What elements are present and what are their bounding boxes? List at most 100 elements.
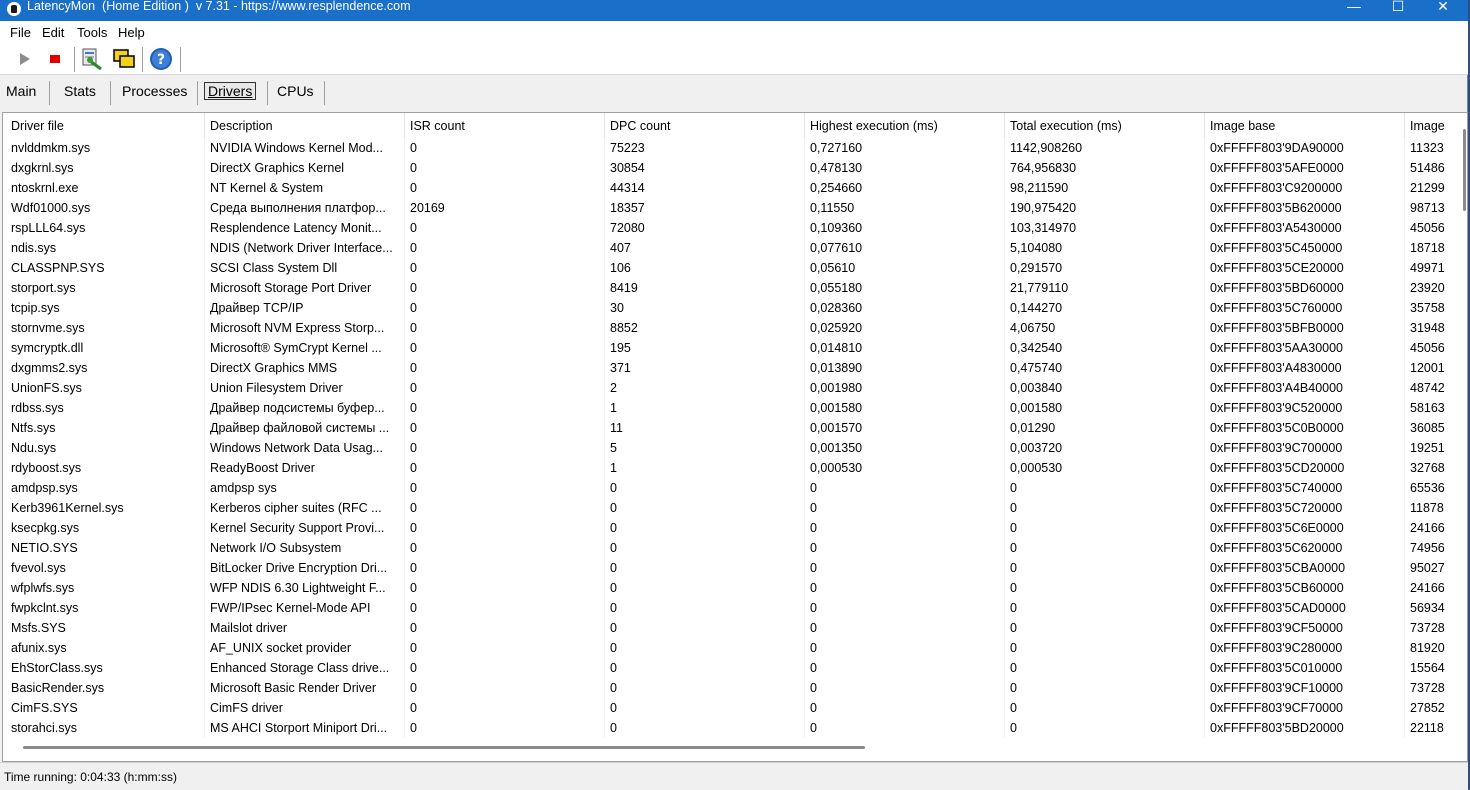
isr-count-cell: 0	[410, 601, 417, 615]
table-row[interactable]: Ndu.sys Windows Network Data Usag... 0 5 0,0…	[3, 438, 1467, 458]
menu-tools[interactable]: Tools	[77, 25, 107, 40]
isr-count-cell: 0	[410, 161, 417, 175]
tab-main[interactable]: Main	[6, 83, 36, 99]
drivers-table[interactable]: Driver file Description ISR count DPC co…	[2, 112, 1468, 762]
col-image-base[interactable]: Image base	[1210, 119, 1275, 133]
menu-help[interactable]: Help	[118, 25, 145, 40]
table-row[interactable]: EhStorClass.sys Enhanced Storage Class dr…	[3, 658, 1467, 678]
col-highest-execution[interactable]: Highest execution (ms)	[810, 119, 938, 133]
svg-text:?: ?	[157, 52, 165, 68]
dpc-count-cell: 0	[610, 621, 617, 635]
horizontal-scrollbar[interactable]	[23, 746, 865, 749]
image-base-cell: 0xFFFFF803'5C6E0000	[1210, 521, 1344, 535]
help-button[interactable]: ?	[149, 47, 173, 71]
table-row[interactable]: ksecpkg.sys Kernel Security Support Provi…	[3, 518, 1467, 538]
menu-edit[interactable]: Edit	[42, 25, 64, 40]
driver-file-cell: stornvme.sys	[11, 321, 85, 335]
table-row[interactable]: wfplwfs.sys WFP NDIS 6.30 Lightweight F..…	[3, 578, 1467, 598]
image-size-cell: 74956	[1410, 541, 1445, 555]
tab-drivers[interactable]: Drivers	[204, 82, 257, 100]
table-row[interactable]: rspLLL64.sys Resplendence Latency Monit..…	[3, 218, 1467, 238]
image-base-cell: 0xFFFFF803'A5430000	[1210, 221, 1342, 235]
table-row[interactable]: symcryptk.dll Microsoft® SymCrypt Kernel …	[3, 338, 1467, 358]
windows-button[interactable]	[112, 47, 136, 71]
tab-processes[interactable]: Processes	[122, 83, 187, 99]
highest-execution-cell: 0	[810, 581, 817, 595]
table-row[interactable]: UnionFS.sys Union Filesystem Driver 0 2 0,00…	[3, 378, 1467, 398]
table-row[interactable]: Ntfs.sys Драйвер файловой системы ... 0 11 0…	[3, 418, 1467, 438]
description-cell: amdpsp sys	[210, 481, 277, 495]
menu-file[interactable]: File	[10, 25, 31, 40]
driver-file-cell: Wdf01000.sys	[11, 201, 91, 215]
driver-file-cell: fwpkclnt.sys	[11, 601, 79, 615]
image-base-cell: 0xFFFFF803'9CF70000	[1210, 701, 1343, 715]
driver-lookup-button[interactable]	[80, 47, 104, 71]
description-cell: Union Filesystem Driver	[210, 381, 343, 395]
table-row[interactable]: nvlddmkm.sys NVIDIA Windows Kernel Mod...…	[3, 138, 1467, 158]
table-row[interactable]: rdyboost.sys ReadyBoost Driver 0 1 0,000530 0…	[3, 458, 1467, 478]
col-isr-count[interactable]: ISR count	[410, 119, 465, 133]
isr-count-cell: 0	[410, 581, 417, 595]
vertical-scrollbar[interactable]	[1463, 129, 1466, 211]
table-row[interactable]: ndis.sys NDIS (Network Driver Interface..…	[3, 238, 1467, 258]
table-row[interactable]: Wdf01000.sys Среда выполнения платфор... 2…	[3, 198, 1467, 218]
minimize-button[interactable]: —	[1331, 0, 1377, 14]
image-size-cell: 32768	[1410, 461, 1445, 475]
table-row[interactable]: storport.sys Microsoft Storage Port Drive…	[3, 278, 1467, 298]
col-dpc-count[interactable]: DPC count	[610, 119, 670, 133]
dpc-count-cell: 0	[610, 581, 617, 595]
image-size-cell: 21299	[1410, 181, 1445, 195]
image-base-cell: 0xFFFFF803'5C0B0000	[1210, 421, 1344, 435]
driver-file-cell: ntoskrnl.exe	[11, 181, 79, 195]
table-row[interactable]: amdpsp.sys amdpsp sys 0 0 0 0 0xFFFFF803'5C740…	[3, 478, 1467, 498]
isr-count-cell: 0	[410, 141, 417, 155]
dpc-count-cell: 11	[610, 421, 623, 435]
table-row[interactable]: afunix.sys AF_UNIX socket provider 0 0 0 0 0xF…	[3, 638, 1467, 658]
table-row[interactable]: fvevol.sys BitLocker Drive Encryption Dri…	[3, 558, 1467, 578]
table-row[interactable]: fwpkclnt.sys FWP/IPsec Kernel-Mode API 0 0 0…	[3, 598, 1467, 618]
dpc-count-cell: 0	[610, 601, 617, 615]
dpc-count-cell: 0	[610, 561, 617, 575]
table-row[interactable]: CLASSPNP.SYS SCSI Class System Dll 0 106 0,0…	[3, 258, 1467, 278]
table-row[interactable]: Msfs.SYS Mailslot driver 0 0 0 0 0xFFFFF803'9C…	[3, 618, 1467, 638]
dpc-count-cell: 8419	[610, 281, 638, 295]
image-size-cell: 95027	[1410, 561, 1445, 575]
stop-button[interactable]	[43, 47, 67, 71]
table-row[interactable]: dxgkrnl.sys DirectX Graphics Kernel 0 30854…	[3, 158, 1467, 178]
image-size-cell: 58163	[1410, 401, 1445, 415]
dpc-count-cell: 0	[610, 721, 617, 735]
description-cell: CimFS driver	[210, 701, 283, 715]
table-row[interactable]: NETIO.SYS Network I/O Subsystem 0 0 0 0 0xFFFF…	[3, 538, 1467, 558]
title-bar[interactable]: LatencyMon (Home Edition ) v 7.31 - http…	[0, 0, 1468, 21]
table-row[interactable]: tcpip.sys Драйвер TCP/IP 0 30 0,028360 0,1442…	[3, 298, 1467, 318]
table-row[interactable]: BasicRender.sys Microsoft Basic Render Dr…	[3, 678, 1467, 698]
col-description[interactable]: Description	[210, 119, 273, 133]
description-cell: Kernel Security Support Provi...	[210, 521, 385, 535]
start-button[interactable]	[12, 47, 36, 71]
col-driver-file[interactable]: Driver file	[11, 119, 64, 133]
image-base-cell: 0xFFFFF803'5BFB0000	[1210, 321, 1344, 335]
table-row[interactable]: Kerb3961Kernel.sys Kerberos cipher suites…	[3, 498, 1467, 518]
table-row[interactable]: rdbss.sys Драйвер подсистемы буфер... 0 1 0,…	[3, 398, 1467, 418]
isr-count-cell: 0	[410, 221, 417, 235]
col-image-size[interactable]: Image	[1410, 119, 1445, 133]
table-row[interactable]: CimFS.SYS CimFS driver 0 0 0 0 0xFFFFF803'9CF7…	[3, 698, 1467, 718]
image-base-cell: 0xFFFFF803'9C520000	[1210, 401, 1343, 415]
table-row[interactable]: storahci.sys MS AHCI Storport Miniport Dr…	[3, 718, 1467, 738]
col-total-execution[interactable]: Total execution (ms)	[1010, 119, 1122, 133]
isr-count-cell: 0	[410, 421, 417, 435]
table-row[interactable]: dxgmms2.sys DirectX Graphics MMS 0 371 0,013…	[3, 358, 1467, 378]
description-cell: NVIDIA Windows Kernel Mod...	[210, 141, 383, 155]
tab-stats[interactable]: Stats	[64, 83, 96, 99]
image-base-cell: 0xFFFFF803'C9200000	[1210, 181, 1343, 195]
table-row[interactable]: stornvme.sys Microsoft NVM Express Storp.…	[3, 318, 1467, 338]
highest-execution-cell: 0,013890	[810, 361, 863, 375]
tab-cpus[interactable]: CPUs	[277, 83, 314, 99]
image-size-cell: 18718	[1410, 241, 1445, 255]
table-row[interactable]: ntoskrnl.exe NT Kernel & System 0 44314 0,25…	[3, 178, 1467, 198]
highest-execution-cell: 0	[810, 501, 817, 515]
total-execution-cell: 0,000530	[1010, 461, 1063, 475]
maximize-button[interactable]: ☐	[1375, 0, 1421, 14]
dpc-count-cell: 0	[610, 661, 617, 675]
close-button[interactable]: ✕	[1420, 0, 1466, 14]
